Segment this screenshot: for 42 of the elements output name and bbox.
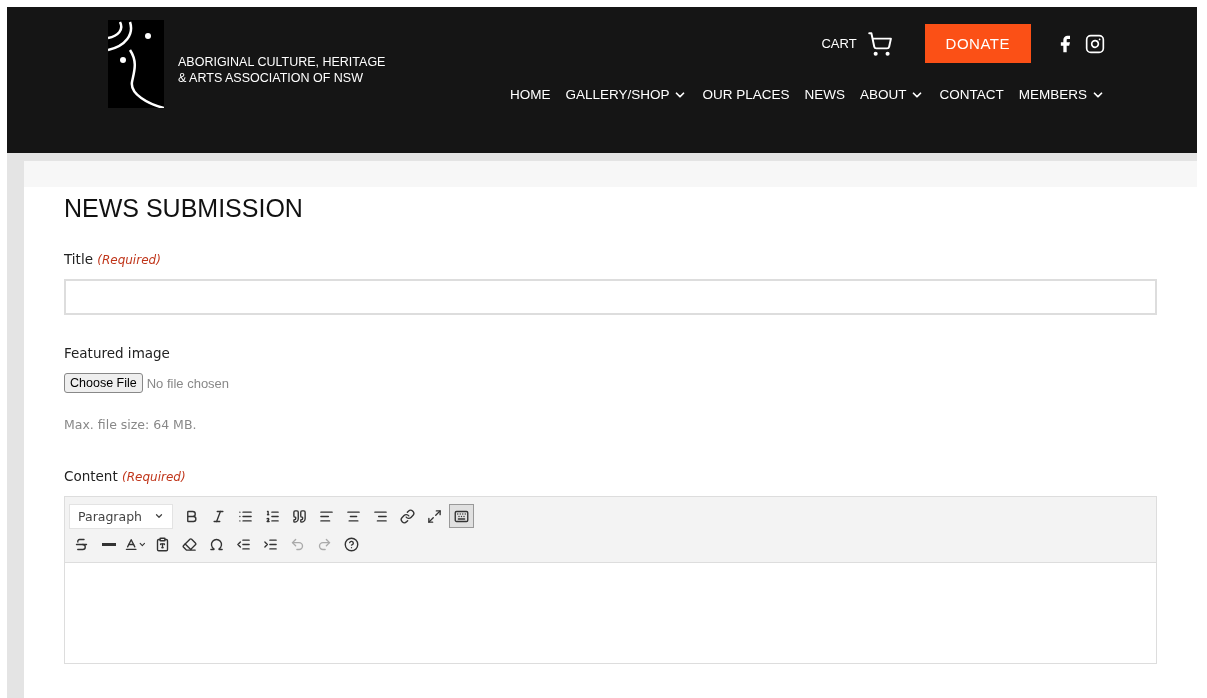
bullet-list-icon [238,508,254,524]
choose-file-button[interactable]: Choose File [64,373,143,393]
page-heading: NEWS SUBMISSION [64,194,304,223]
clear-format-icon [182,536,197,552]
outdent-icon [236,536,251,552]
italic-icon [211,508,227,524]
align-center-icon [346,508,362,524]
help-icon [344,536,359,552]
nav-link[interactable]: HOME [509,87,551,102]
strikethrough-icon [74,536,89,552]
nav-link[interactable]: GALLERY/SHOP [565,87,688,102]
numbered-list-icon [265,508,281,524]
field-label: Title (Required) [64,251,162,267]
fullscreen-icon [427,508,443,524]
organisation-name: ABORIGINAL CULTURE, HERITAGE & ARTS ASSOCIATION OF NSW [178,54,386,86]
toolbar-toggle-icon [454,508,470,524]
nav-link[interactable]: ABOUT [859,87,925,102]
nav-link[interactable]: CONTACT [939,87,1004,102]
title-field[interactable] [64,279,1157,315]
link-icon [400,508,416,524]
field-label: Content (Required) [64,468,187,484]
field-label: Featured image [64,345,171,361]
quote-icon [292,508,308,524]
align-right-icon [373,508,389,524]
special-char-icon [209,536,224,552]
redo-icon [317,536,332,552]
instagram-icon[interactable] [1085,33,1105,54]
text-color-icon [124,536,139,552]
nav-link[interactable]: MEMBERS [1018,87,1105,102]
caret-icon [154,511,165,521]
cart-link[interactable]: CART [821,30,893,57]
file-size-hint: Max. file size: 64 MB. [64,417,198,432]
nav-link[interactable]: OUR PLACES [702,87,790,102]
toolbar-toggle-button[interactable] [449,504,475,528]
nav-link[interactable]: NEWS [804,87,845,102]
file-status: No file chosen [146,375,230,391]
indent-icon [263,536,278,552]
align-left-icon [319,508,335,524]
paste-text-icon [155,536,170,552]
format-select[interactable]: Paragraph [69,503,174,529]
undo-icon [290,536,305,552]
cart-icon [866,30,893,57]
